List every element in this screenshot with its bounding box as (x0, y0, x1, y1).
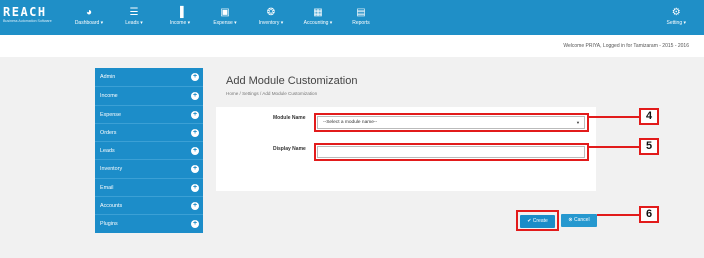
plus-circle-icon[interactable]: + (191, 110, 199, 119)
module-name-label: Module Name (273, 115, 306, 121)
nav-reports[interactable]: ▤ Reports (346, 0, 376, 35)
annotation-frame-module-name (314, 113, 589, 132)
brand-tagline: Business Automation Software (3, 19, 52, 23)
display-name-label: Display Name (273, 146, 306, 152)
sidebar-item-label: Leads (100, 148, 115, 155)
sidebar-item-label: Inventory (100, 166, 123, 173)
plus-circle-icon[interactable]: + (191, 202, 199, 211)
nav-setting[interactable]: ⚙ Setting ▾ (667, 0, 686, 35)
sidebar-item-orders[interactable]: Orders + (95, 122, 203, 141)
callout-4: 4 (639, 108, 659, 125)
plus-circle-icon[interactable]: + (191, 183, 199, 192)
dashboard-icon: ◕ (85, 7, 93, 18)
sidebar-item-label: Expense (100, 111, 121, 118)
cancel-button[interactable]: ⊗ Cancel (561, 214, 597, 227)
plus-circle-icon[interactable]: + (191, 92, 199, 101)
brand-logo[interactable]: REACH Business Automation Software (3, 6, 63, 24)
brand-name: REACH (3, 5, 47, 19)
nav-setting-label: Setting ▾ (666, 20, 686, 26)
top-navbar: REACH Business Automation Software ◕ Das… (0, 0, 704, 35)
inventory-icon: ❂ (266, 7, 276, 18)
sidebar-item-label: Email (100, 184, 114, 191)
sidebar-item-expense[interactable]: Expense + (95, 104, 203, 123)
plus-circle-icon[interactable]: + (191, 128, 199, 137)
nav-inventory[interactable]: ❂ Inventory ▾ (251, 0, 291, 35)
nav-accounting-label: Accounting ▾ (303, 20, 333, 26)
breadcrumb[interactable]: Home / Settings / Add Module Customizati… (226, 91, 317, 96)
nav-accounting[interactable]: ▦ Accounting ▾ (296, 0, 340, 35)
income-icon: ▐ (176, 7, 184, 18)
plus-circle-icon[interactable]: + (191, 220, 199, 229)
annotation-connector-5 (589, 146, 639, 148)
accounting-icon: ▦ (313, 7, 323, 18)
annotation-frame-display-name (314, 143, 589, 161)
sidebar-item-email[interactable]: Email + (95, 177, 203, 196)
page-title: Add Module Customization (226, 75, 358, 87)
leads-icon: ☰ (129, 7, 139, 18)
annotation-frame-create (516, 210, 559, 231)
nav-expense[interactable]: ▣ Expense ▾ (205, 0, 245, 35)
sidebar-item-leads[interactable]: Leads + (95, 141, 203, 159)
expense-icon: ▣ (220, 7, 230, 18)
nav-inventory-label: Inventory ▾ (258, 20, 284, 26)
sidebar-item-income[interactable]: Income + (95, 86, 203, 104)
plus-circle-icon[interactable]: + (191, 73, 199, 81)
sidebar-item-label: Plugins (100, 221, 118, 228)
plus-circle-icon[interactable]: + (191, 147, 199, 156)
nav-leads[interactable]: ☰ Leads ▾ (114, 0, 154, 35)
sidebar-item-label: Orders (100, 129, 117, 136)
sidebar-item-inventory[interactable]: Inventory + (95, 159, 203, 177)
nav-reports-label: Reports (352, 20, 370, 26)
nav-dashboard-label: Dashboard ▾ (74, 20, 104, 26)
plus-circle-icon[interactable]: + (191, 165, 199, 174)
sidebar-item-label: Income (100, 93, 118, 100)
welcome-message: Welcome PRIYA, Logged in for Tamizaram -… (563, 43, 689, 49)
nav-dashboard[interactable]: ◕ Dashboard ▾ (69, 0, 109, 35)
annotation-connector-6 (597, 214, 639, 216)
callout-6: 6 (639, 206, 659, 223)
sidebar-item-label: Admin (100, 74, 116, 80)
gear-icon: ⚙ (671, 7, 681, 18)
sidebar-item-admin[interactable]: Admin + (95, 68, 203, 86)
sidebar-item-accounts[interactable]: Accounts + (95, 196, 203, 214)
annotation-connector-4 (589, 116, 639, 118)
nav-leads-label: Leads ▾ (125, 20, 143, 26)
nav-expense-label: Expense ▾ (213, 20, 237, 26)
nav-income-label: Income ▾ (169, 20, 191, 26)
reports-icon: ▤ (356, 7, 366, 18)
callout-5: 5 (639, 138, 659, 155)
nav-income[interactable]: ▐ Income ▾ (160, 0, 200, 35)
sidebar-item-label: Accounts (100, 203, 123, 210)
sidebar-item-plugins[interactable]: Plugins + (95, 214, 203, 232)
sidebar: Admin + Income + Expense + Orders + Lead… (95, 68, 203, 233)
